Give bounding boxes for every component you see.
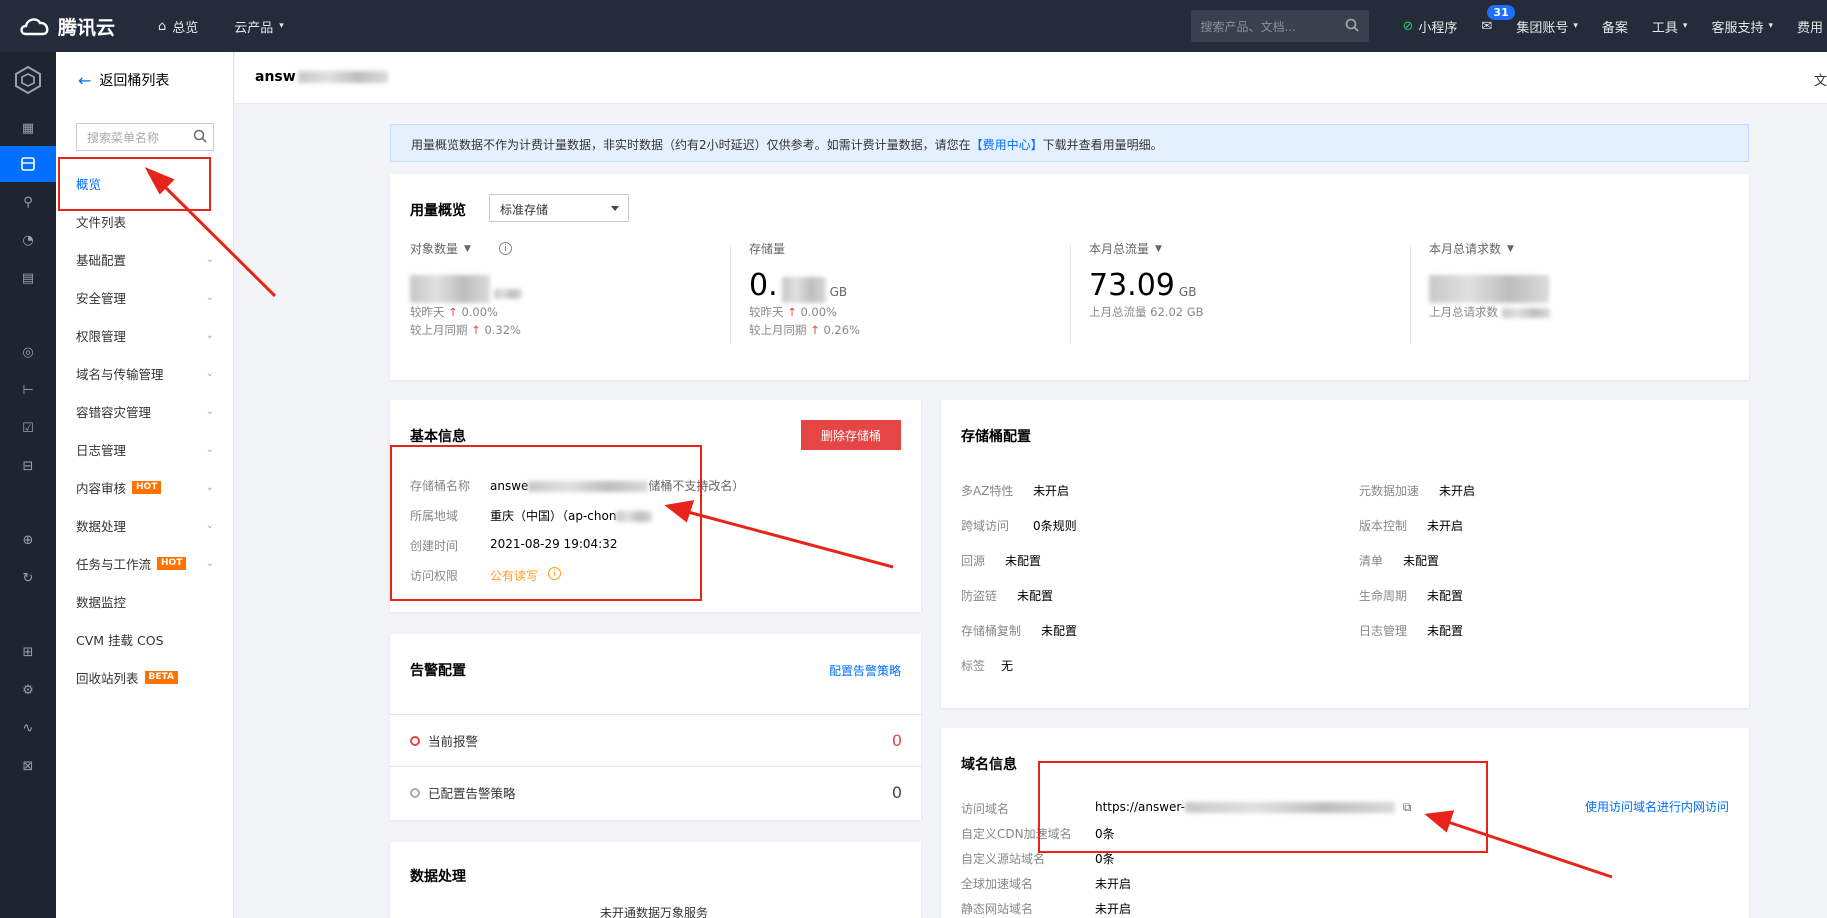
annotation-arrows: [144, 166, 1613, 879]
